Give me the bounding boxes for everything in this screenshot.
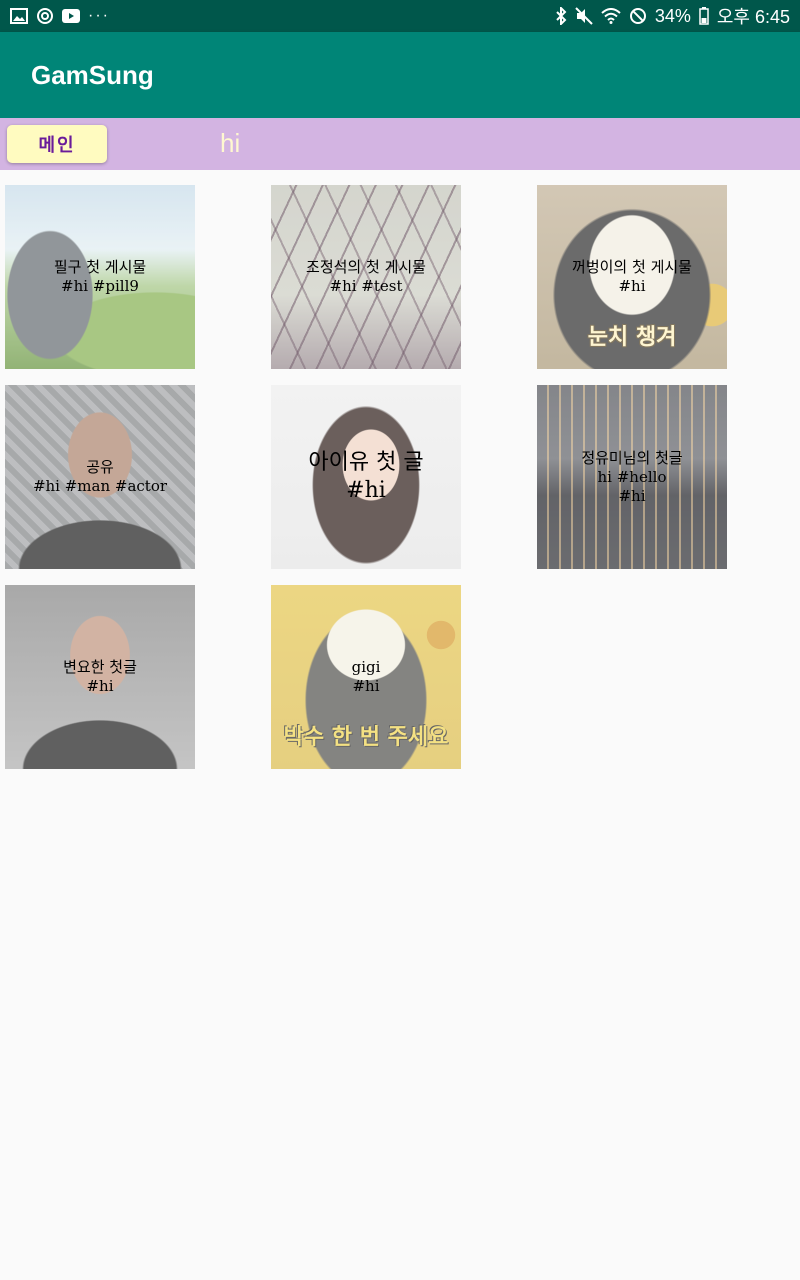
post-title: gigi bbox=[351, 658, 381, 676]
post-caption: 변요한 첫글 #hi bbox=[5, 585, 195, 769]
wifi-icon bbox=[601, 8, 621, 24]
post-tags: #hi bbox=[618, 486, 646, 505]
post-tags: #hi bbox=[86, 677, 114, 695]
youtube-icon bbox=[62, 9, 80, 23]
do-not-disturb-icon bbox=[629, 7, 647, 25]
post-tags: #hi #test bbox=[329, 277, 403, 295]
filter-tag: hi bbox=[220, 128, 241, 158]
battery-icon bbox=[699, 7, 709, 25]
clock: 오후 6:45 bbox=[716, 7, 790, 27]
post-title: 정유미님의 첫글 bbox=[581, 448, 683, 467]
post-caption: 아이유 첫 글 #hi bbox=[271, 385, 461, 569]
image-icon bbox=[10, 8, 28, 24]
post-tags: #hi bbox=[352, 677, 380, 695]
app-bar: GamSung bbox=[0, 32, 800, 118]
post-title: 조정석의 첫 게시물 bbox=[306, 258, 426, 276]
post-title: 필구 첫 게시물 bbox=[53, 258, 147, 276]
post-caption: gigi #hi bbox=[271, 585, 461, 769]
app-title: GamSung bbox=[31, 59, 154, 90]
post-card[interactable]: 박수 한 번 주세요 gigi #hi bbox=[271, 585, 461, 769]
status-left: ··· bbox=[10, 7, 110, 25]
sync-icon bbox=[36, 7, 54, 25]
post-caption: 정유미님의 첫글 hi #hello #hi bbox=[537, 385, 727, 569]
main-button[interactable]: 메인 bbox=[7, 125, 107, 163]
post-card[interactable]: 필구 첫 게시물 #hi #pill9 bbox=[5, 185, 195, 369]
post-card[interactable]: 공유 #hi #man #actor bbox=[5, 385, 195, 569]
post-card[interactable]: 정유미님의 첫글 hi #hello #hi bbox=[537, 385, 727, 569]
post-title: 변요한 첫글 bbox=[63, 658, 137, 676]
post-card[interactable]: 눈치 챙겨 꺼벙이의 첫 게시물 #hi bbox=[537, 185, 727, 369]
post-caption: 필구 첫 게시물 #hi #pill9 bbox=[5, 185, 195, 369]
bluetooth-icon bbox=[555, 7, 567, 25]
post-tags: #hi bbox=[618, 277, 646, 295]
post-card[interactable]: 조정석의 첫 게시물 #hi #test bbox=[271, 185, 461, 369]
post-title: 꺼벙이의 첫 게시물 bbox=[572, 258, 692, 276]
post-caption: 공유 #hi #man #actor bbox=[5, 385, 195, 569]
more-notifications: ··· bbox=[88, 7, 110, 24]
post-tags: #hi bbox=[346, 478, 386, 503]
post-caption: 꺼벙이의 첫 게시물 #hi bbox=[537, 185, 727, 369]
status-right: 34% 오후 6:45 bbox=[555, 3, 790, 29]
status-bar: ··· 34% 오후 6:45 bbox=[0, 0, 800, 32]
post-tags: #hi #pill9 bbox=[61, 277, 139, 295]
post-tags: hi #hello bbox=[597, 467, 667, 486]
post-title: 공유 bbox=[86, 458, 114, 476]
post-caption: 조정석의 첫 게시물 #hi #test bbox=[271, 185, 461, 369]
post-tags: #hi #man #actor bbox=[32, 477, 168, 495]
post-card[interactable]: 아이유 첫 글 #hi bbox=[271, 385, 461, 569]
mute-icon bbox=[575, 7, 593, 25]
post-title: 아이유 첫 글 bbox=[308, 450, 424, 475]
filter-bar: 메인 hi bbox=[0, 118, 800, 170]
battery-percent: 34% bbox=[654, 5, 691, 26]
post-card[interactable]: 변요한 첫글 #hi bbox=[5, 585, 195, 769]
